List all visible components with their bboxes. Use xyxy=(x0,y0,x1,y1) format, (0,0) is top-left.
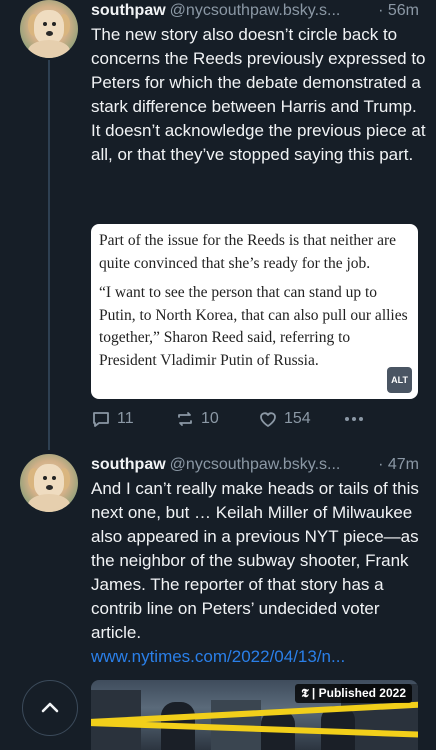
thread-line xyxy=(48,60,50,450)
post-link[interactable]: www.nytimes.com/2022/04/13/n... xyxy=(91,645,427,669)
image-paragraph: Part of the issue for the Reeds is that … xyxy=(99,232,396,272)
scroll-to-top-button[interactable] xyxy=(22,680,78,736)
author-handle[interactable]: @nycsouthpaw.bsky.s... xyxy=(170,2,341,19)
published-badge: 𝕿 | Published 2022 xyxy=(295,684,412,703)
reply-count: 11 xyxy=(117,410,134,427)
repost-count: 10 xyxy=(201,410,219,427)
post-time: · 56m xyxy=(378,2,419,19)
avatar[interactable] xyxy=(20,454,78,512)
like-button[interactable]: 154 xyxy=(258,409,311,429)
author-name[interactable]: southpaw xyxy=(91,2,166,19)
post-header: southpaw @nycsouthpaw.bsky.s... · 47m xyxy=(91,454,427,476)
image-paragraph: “I want to see the person that can stand… xyxy=(99,284,408,369)
like-count: 154 xyxy=(284,410,311,427)
post-text: And I can’t really make heads or tails o… xyxy=(91,479,419,642)
post-time: · 47m xyxy=(378,456,419,473)
repost-icon xyxy=(178,412,192,426)
post[interactable]: southpaw @nycsouthpaw.bsky.s... · 56m The… xyxy=(91,0,427,167)
heart-icon xyxy=(260,412,276,427)
repost-button[interactable]: 10 xyxy=(175,409,219,429)
chevron-up-icon xyxy=(41,702,59,713)
reply-icon xyxy=(93,412,109,427)
post-actions: 11 10 154 xyxy=(91,409,391,435)
avatar[interactable] xyxy=(20,0,78,58)
post-text: The new story also doesn’t circle back t… xyxy=(91,25,426,164)
link-card-image[interactable]: 𝕿 | Published 2022 xyxy=(91,680,418,750)
more-icon xyxy=(345,417,363,421)
post-image[interactable]: Part of the issue for the Reeds is that … xyxy=(91,224,418,399)
post-header: southpaw @nycsouthpaw.bsky.s... · 56m xyxy=(91,0,427,22)
author-name[interactable]: southpaw xyxy=(91,456,166,473)
post[interactable]: southpaw @nycsouthpaw.bsky.s... · 47m And… xyxy=(91,454,427,669)
more-button[interactable] xyxy=(343,409,365,429)
author-handle[interactable]: @nycsouthpaw.bsky.s... xyxy=(170,456,341,473)
alt-badge[interactable]: ALT xyxy=(387,366,412,393)
reply-button[interactable]: 11 xyxy=(91,409,134,429)
